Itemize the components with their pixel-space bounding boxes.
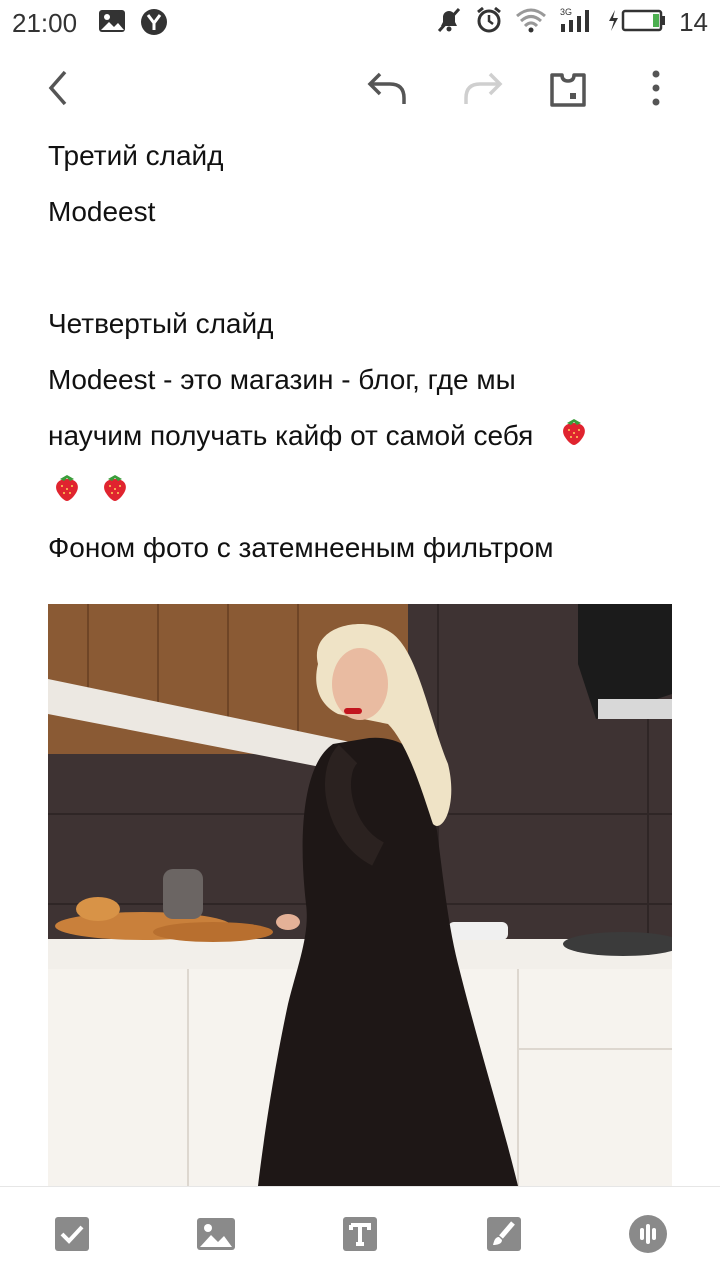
strawberry-icon [559, 410, 589, 466]
voice-icon [629, 1215, 667, 1253]
note-line: Четвертый слайд [48, 308, 274, 339]
note-line-text: научим получать кайф от самой себя [48, 420, 534, 451]
checklist-button[interactable] [47, 1209, 97, 1259]
text-format-icon [343, 1217, 377, 1251]
undo-icon [367, 72, 406, 104]
app-bar [0, 56, 720, 120]
redo-icon [464, 72, 503, 104]
note-line-with-emoji: научим получать кайф от самой себя [48, 408, 672, 464]
back-button[interactable] [32, 62, 84, 114]
gallery-notification-icon [98, 8, 126, 41]
tag-icon [550, 73, 586, 107]
svg-text:3G: 3G [560, 7, 572, 17]
draw-button[interactable] [479, 1209, 529, 1259]
strawberry-icon [100, 466, 130, 522]
tag-button[interactable] [542, 62, 594, 114]
battery-icon [607, 6, 667, 39]
alarm-icon [475, 6, 503, 39]
insert-image-button[interactable] [191, 1209, 241, 1259]
mute-icon [435, 6, 463, 39]
note-body[interactable]: Третий слайд Modeest Четвертый слайд Mod… [48, 128, 672, 576]
undo-button[interactable] [362, 62, 414, 114]
status-bar: 21:00 3G 14 [0, 0, 720, 44]
status-time: 21:00 [12, 8, 78, 38]
strawberry-icon [52, 466, 82, 522]
note-line: Modeest [48, 196, 156, 227]
checkbox-icon [55, 1217, 89, 1251]
wifi-icon [515, 7, 547, 38]
chevron-left-icon [48, 70, 67, 106]
note-line: Фоном фото с затемнееным фильтром [48, 532, 554, 563]
yandex-notification-icon [140, 8, 168, 41]
voice-record-button[interactable] [623, 1209, 673, 1259]
emoji-line [48, 464, 672, 520]
battery-percent: 14 [679, 7, 708, 37]
text-format-button[interactable] [335, 1209, 385, 1259]
signal-3g-icon: 3G [559, 6, 595, 39]
redo-button[interactable] [456, 62, 508, 114]
more-menu-button[interactable] [630, 62, 682, 114]
note-line [48, 240, 672, 296]
bottom-toolbar [0, 1186, 720, 1281]
note-photo[interactable] [48, 604, 672, 1186]
brush-icon [487, 1217, 521, 1251]
note-line: Modeest - это магазин - блог, где мы [48, 364, 516, 395]
note-line: Третий слайд [48, 140, 224, 171]
more-vert-icon [652, 70, 660, 106]
image-icon [197, 1218, 235, 1250]
